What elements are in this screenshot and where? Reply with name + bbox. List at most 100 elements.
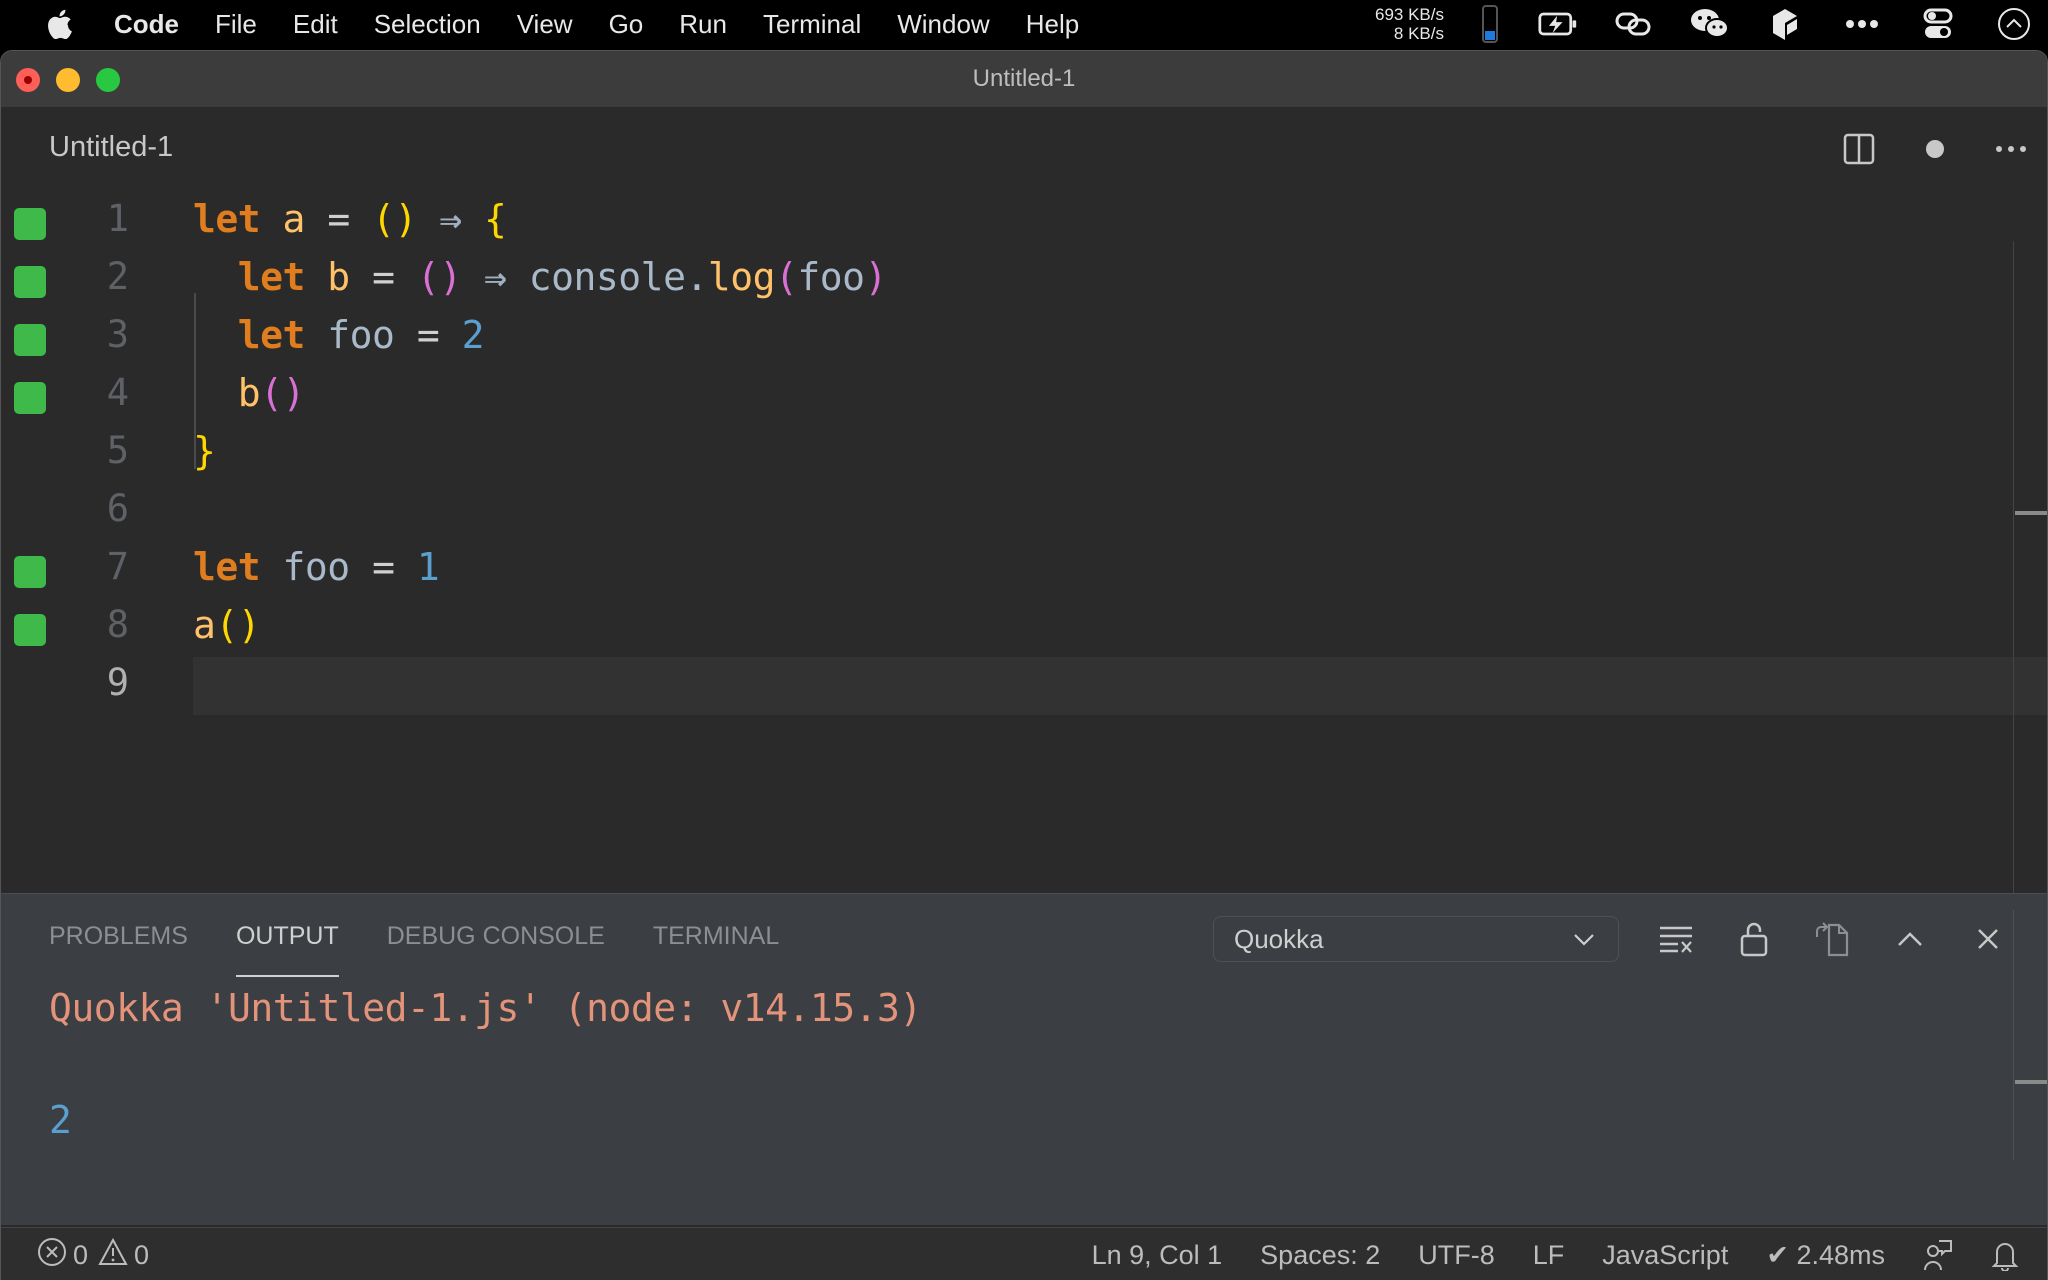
status-bar: 0 0 Ln 9, Col 1 Spaces: 2 UTF-8 LF JavaS… (1, 1227, 2047, 1280)
menu-app-code[interactable]: Code (114, 9, 179, 40)
output-channel-select[interactable]: Quokka (1213, 916, 1619, 962)
close-panel-icon[interactable] (1965, 916, 2011, 962)
menu-run[interactable]: Run (679, 9, 727, 40)
token-number: 1 (416, 545, 440, 589)
menu-view[interactable]: View (517, 9, 573, 40)
unsaved-dot-icon[interactable] (1913, 127, 1957, 171)
code-line-4[interactable]: 4 b() (1, 367, 2047, 425)
token-keyword: let (193, 545, 261, 589)
menu-file[interactable]: File (215, 9, 257, 40)
line-number: 8 (106, 603, 129, 646)
code-line-9[interactable]: 9 (1, 657, 2047, 715)
tab-output[interactable]: OUTPUT (235, 922, 339, 977)
token-keyword: let (237, 313, 306, 357)
line-number: 5 (106, 429, 129, 472)
editor-tab-untitled-1[interactable]: Untitled-1 (49, 131, 173, 164)
menu-help[interactable]: Help (1026, 9, 1079, 40)
token-parens: () (372, 197, 417, 241)
control-center-icon[interactable] (1918, 4, 1958, 44)
token-brace: { (484, 197, 507, 241)
token-paren-close: ) (864, 255, 888, 299)
token-operator: = (327, 197, 350, 241)
wechat-icon[interactable] (1690, 4, 1730, 44)
token-method: log (707, 255, 776, 299)
network-upload-speed: 693 KB/s (1375, 5, 1444, 24)
cursor-position[interactable]: Ln 9, Col 1 (1092, 1240, 1223, 1271)
token-keyword: let (193, 197, 261, 241)
token-parens: () (416, 255, 462, 299)
token-operator: = (372, 255, 395, 299)
window-title: Untitled-1 (972, 65, 1076, 92)
lock-scroll-icon[interactable] (1731, 916, 1777, 962)
menu-window[interactable]: Window (897, 9, 989, 40)
more-icon[interactable] (1842, 4, 1882, 44)
code-editor[interactable]: 1 let a = () ⇒ { 2 let b = () ⇒ console.… (1, 193, 2047, 943)
token-operator: = (416, 313, 440, 357)
line-number: 3 (106, 313, 129, 356)
indentation-setting[interactable]: Spaces: 2 (1260, 1240, 1380, 1271)
output-scrollbar[interactable] (2013, 910, 2047, 1160)
network-speed[interactable]: 693 KB/s 8 KB/s (1375, 5, 1444, 43)
menu-selection[interactable]: Selection (374, 9, 481, 40)
split-editor-icon[interactable] (1837, 127, 1881, 171)
coverage-marker (14, 614, 46, 646)
token-identifier: foo (327, 313, 395, 357)
problems-indicator[interactable]: 0 0 (37, 1228, 159, 1280)
code-line-1[interactable]: 1 let a = () ⇒ { (1, 193, 2047, 251)
warning-icon (98, 1237, 128, 1273)
panel-tabs: PROBLEMS OUTPUT DEBUG CONSOLE TERMINAL (49, 922, 827, 977)
app-icon[interactable] (1766, 4, 1806, 44)
menu-terminal[interactable]: Terminal (763, 9, 861, 40)
feedback-icon[interactable] (1923, 1239, 1953, 1271)
editor-scrollbar[interactable] (2013, 241, 2047, 931)
battery-level-icon[interactable] (1470, 4, 1510, 44)
network-download-speed: 8 KB/s (1393, 24, 1444, 43)
token-arrow: ⇒ (439, 197, 462, 241)
code-line-7[interactable]: 7 let foo = 1 (1, 541, 2047, 599)
clear-output-icon[interactable] (1653, 916, 1699, 962)
token-parens: () (215, 603, 261, 647)
maximize-panel-icon[interactable] (1887, 916, 1933, 962)
coverage-marker (14, 208, 46, 240)
line-number: 1 (106, 197, 129, 240)
output-scroll-marker[interactable] (2015, 1080, 2047, 1084)
tab-debug-console[interactable]: DEBUG CONSOLE (387, 922, 605, 964)
line-number: 6 (106, 487, 129, 530)
line-number: 7 (106, 545, 129, 588)
menu-go[interactable]: Go (609, 9, 644, 40)
language-mode[interactable]: JavaScript (1602, 1240, 1728, 1271)
siri-icon[interactable] (1994, 4, 2034, 44)
token-object: console. (528, 255, 709, 299)
chevron-down-icon (1572, 927, 1596, 958)
tab-terminal[interactable]: TERMINAL (653, 922, 779, 964)
coverage-marker (14, 382, 46, 414)
end-of-line[interactable]: LF (1533, 1240, 1565, 1271)
code-line-3[interactable]: 3 let foo = 2 (1, 309, 2047, 367)
line-number: 9 (106, 661, 129, 704)
link-icon[interactable] (1614, 4, 1654, 44)
quokka-output-header: Quokka 'Untitled-1.js' (node: v14.15.3) (49, 986, 922, 1030)
menu-edit[interactable]: Edit (293, 9, 338, 40)
code-line-8[interactable]: 8 a() (1, 599, 2047, 657)
output-content[interactable]: Quokka 'Untitled-1.js' (node: v14.15.3) … (49, 986, 922, 1142)
apple-menu-icon[interactable] (42, 0, 76, 48)
code-line-5[interactable]: 5 } (1, 425, 2047, 483)
bottom-panel: PROBLEMS OUTPUT DEBUG CONSOLE TERMINAL Q… (1, 893, 2047, 1225)
editor-scroll-marker[interactable] (2015, 511, 2047, 515)
battery-charging-icon[interactable] (1538, 4, 1578, 44)
tab-problems[interactable]: PROBLEMS (49, 922, 188, 964)
quokka-timing[interactable]: ✔ 2.48ms (1766, 1240, 1885, 1271)
more-actions-icon[interactable] (1989, 127, 2033, 171)
notifications-bell-icon[interactable] (1991, 1239, 2019, 1271)
open-in-editor-icon[interactable] (1809, 916, 1855, 962)
code-line-2[interactable]: 2 let b = () ⇒ console.log(foo) (1, 251, 2047, 309)
code-line-6[interactable]: 6 (1, 483, 2047, 541)
token-parens: () (260, 371, 305, 415)
window-titlebar[interactable]: Untitled-1 (1, 51, 2047, 107)
file-encoding[interactable]: UTF-8 (1418, 1240, 1495, 1271)
token-call: a (193, 603, 216, 647)
token-operator: = (372, 545, 395, 589)
quokka-output-value: 2 (49, 1098, 72, 1142)
token-keyword: let (237, 255, 306, 299)
warning-count: 0 (134, 1239, 150, 1270)
